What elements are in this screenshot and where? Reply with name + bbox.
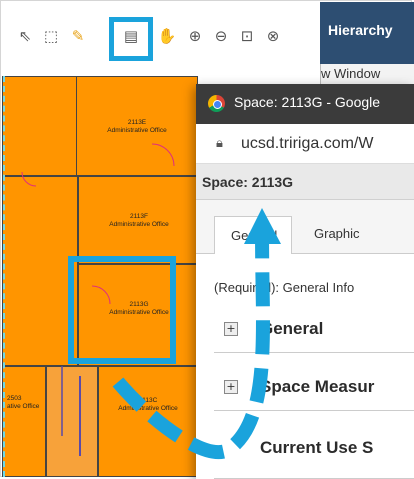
- section-general[interactable]: + General: [214, 308, 414, 353]
- section-space-measurements[interactable]: + Space Measur: [214, 366, 414, 411]
- zoom-area-icon[interactable]: ⊡: [237, 26, 257, 46]
- select-area-icon[interactable]: ⬚: [41, 26, 61, 46]
- chrome-icon-center: [213, 100, 222, 109]
- url-text[interactable]: ucsd.tririga.com/W: [241, 135, 373, 153]
- hierarchy-subtitle: w Window: [320, 64, 414, 84]
- tab-graphic[interactable]: Graphic: [314, 226, 360, 241]
- section-label: Space Measur: [260, 377, 375, 396]
- popup-window-title: Space: 2113G - Google: [234, 94, 381, 110]
- select-arrow-icon[interactable]: ⇖: [15, 26, 35, 46]
- section-label: General: [260, 319, 324, 338]
- section-label: Current Use S: [260, 438, 374, 457]
- hierarchy-title[interactable]: Hierarchy: [328, 22, 393, 38]
- space-popup-window: Space: 2113G - Google 🔒︎ ucsd.tririga.co…: [196, 84, 414, 479]
- pencil-icon[interactable]: ✎: [68, 26, 88, 46]
- zoom-out-icon[interactable]: ⊖: [211, 26, 231, 46]
- room-highlight-box: [68, 256, 176, 364]
- required-general-info-label: (Required): General Info: [214, 280, 355, 295]
- drawing-toolbar: ⇖ ⬚ ✎ ▤ ✋ ⊕ ⊖ ⊡ ⊗: [2, 2, 320, 76]
- zoom-fit-icon[interactable]: ⊗: [263, 26, 283, 46]
- tab-general[interactable]: General: [214, 216, 292, 254]
- expand-plus-icon[interactable]: +: [224, 380, 238, 394]
- space-title: Space: 2113G: [202, 174, 294, 190]
- zoom-in-icon[interactable]: ⊕: [185, 26, 205, 46]
- toolbar-highlight-box: [109, 17, 153, 61]
- expand-plus-icon[interactable]: +: [224, 322, 238, 336]
- section-current-use[interactable]: Current Use S: [214, 422, 414, 479]
- hand-icon[interactable]: ✋: [157, 26, 177, 46]
- lock-icon[interactable]: 🔒︎: [216, 136, 223, 151]
